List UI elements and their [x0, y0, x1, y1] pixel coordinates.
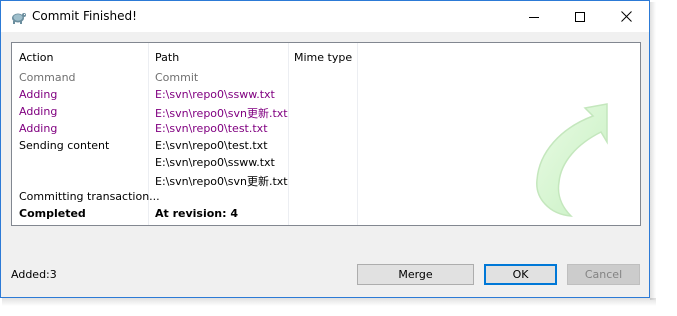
column-separator[interactable] — [357, 43, 358, 225]
row-path[interactable]: At revision: 4 — [155, 207, 238, 220]
maximize-button[interactable] — [557, 1, 603, 32]
minimize-button[interactable] — [511, 1, 557, 32]
row-path[interactable]: Commit — [155, 71, 198, 84]
row-action[interactable]: Adding — [19, 88, 57, 101]
row-path[interactable]: E:\svn\repo0\ssww.txt — [155, 88, 275, 101]
column-header-action[interactable]: Action — [19, 51, 53, 64]
row-path[interactable]: E:\svn\repo0\test.txt — [155, 122, 268, 135]
row-action[interactable]: Adding — [19, 122, 57, 135]
row-action[interactable]: Committing transaction... — [19, 190, 160, 203]
commit-arrow-icon — [536, 103, 608, 217]
tortoise-app-icon — [9, 8, 27, 26]
row-action[interactable]: Sending content — [19, 139, 109, 152]
close-button[interactable] — [603, 1, 649, 32]
minimize-icon — [529, 16, 539, 18]
row-action[interactable]: Completed — [19, 207, 86, 220]
row-path[interactable]: E:\svn\repo0\svn更新.txt — [155, 105, 288, 121]
title-bar[interactable]: Commit Finished! — [1, 1, 649, 32]
row-action[interactable]: Command — [19, 71, 76, 84]
window-shadow-bottom — [2, 298, 656, 306]
merge-button[interactable]: Merge — [357, 264, 474, 285]
row-path[interactable]: E:\svn\repo0\svn更新.txt — [155, 173, 288, 189]
window-shadow — [650, 2, 656, 300]
row-path[interactable]: E:\svn\repo0\test.txt — [155, 139, 268, 152]
column-header-mime-type[interactable]: Mime type — [294, 51, 352, 64]
cancel-button[interactable]: Cancel — [567, 264, 640, 285]
commit-log-list[interactable]: Action Path Mime type Command Commit Add… — [11, 42, 641, 226]
close-icon — [620, 11, 632, 22]
maximize-icon — [575, 11, 585, 22]
row-action[interactable]: Adding — [19, 105, 57, 118]
row-path[interactable]: E:\svn\repo0\ssww.txt — [155, 156, 275, 169]
column-separator[interactable] — [288, 43, 289, 225]
column-header-path[interactable]: Path — [155, 51, 179, 64]
ok-button[interactable]: OK — [484, 264, 557, 285]
status-text: Added:3 — [11, 268, 57, 281]
window-title: Commit Finished! — [32, 9, 137, 23]
